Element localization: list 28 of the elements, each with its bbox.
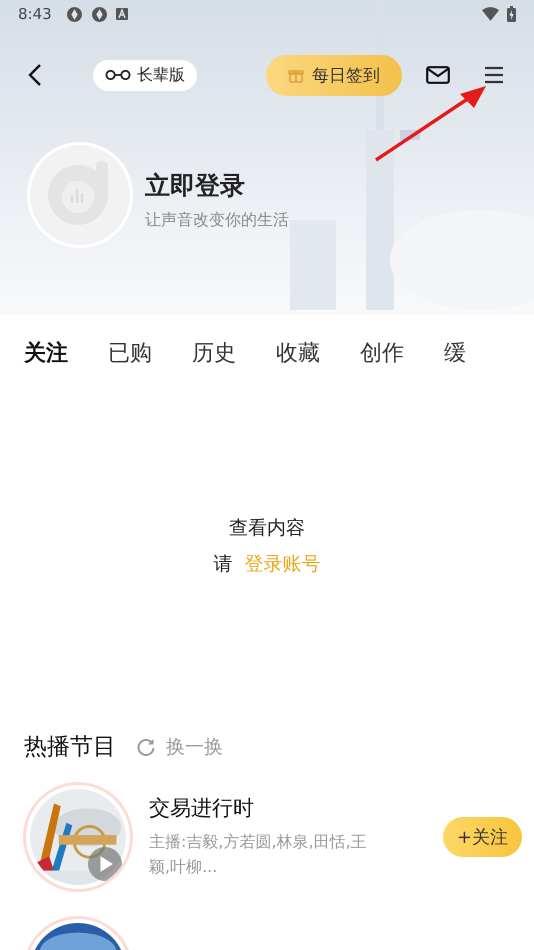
tab[interactable]: 已购: [108, 338, 152, 368]
section-title: 热播节目: [24, 733, 116, 762]
program-title[interactable]: 交易进行时: [149, 794, 381, 822]
mail-icon[interactable]: [426, 66, 450, 84]
tab[interactable]: 缓: [444, 338, 466, 368]
tab[interactable]: 收藏: [276, 338, 320, 368]
app-icon: [90, 6, 108, 22]
slogan-text: 让声音改变你的生活: [145, 210, 289, 231]
login-prompt-text: 请: [214, 552, 232, 577]
keyboard-icon: [116, 8, 128, 20]
host-list: 主播:吉毅,方若圆,林泉,田恬,王颖,叶柳...: [149, 830, 381, 880]
elder-mode-button[interactable]: 长辈版: [93, 60, 197, 90]
empty-title: 查看内容: [229, 516, 305, 541]
login-title[interactable]: 立即登录: [145, 169, 289, 202]
status-time: 8:43: [18, 5, 52, 23]
play-icon[interactable]: [88, 847, 122, 881]
tab[interactable]: 历史: [192, 338, 236, 368]
checkin-button[interactable]: 每日签到: [266, 54, 402, 96]
battery-icon: [507, 6, 516, 22]
follow-button[interactable]: +关注: [442, 817, 522, 857]
tab[interactable]: 关注: [24, 338, 68, 368]
app-icon: [66, 6, 83, 22]
glasses-icon: [105, 69, 131, 81]
back-icon[interactable]: [28, 63, 42, 87]
tab[interactable]: 创作: [360, 338, 404, 368]
refresh-icon: [136, 736, 156, 756]
menu-icon[interactable]: [484, 66, 504, 84]
wifi-icon: [482, 6, 499, 22]
